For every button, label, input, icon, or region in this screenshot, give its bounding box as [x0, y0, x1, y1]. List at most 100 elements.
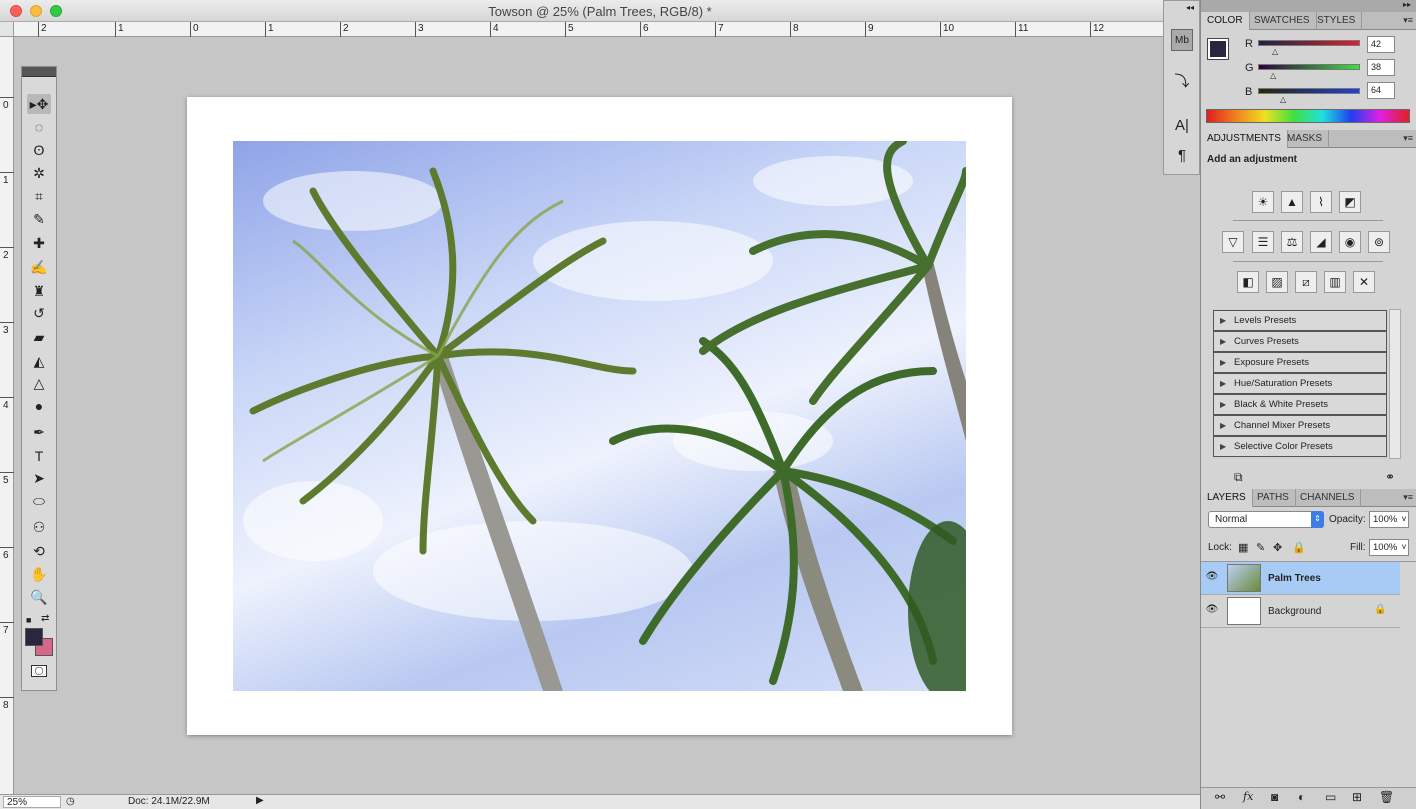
default-colors-icon[interactable]: ■ — [26, 615, 31, 625]
gradient-map-icon[interactable]: ▥ — [1324, 271, 1346, 293]
adjustments-panel-menu-icon[interactable]: ▾≡ — [1403, 133, 1413, 144]
expand-dock-icon[interactable]: ◂◂ — [1186, 3, 1194, 12]
curves-icon[interactable]: ⌇ — [1310, 191, 1332, 213]
paragraph-panel-button[interactable]: ¶ — [1171, 145, 1193, 167]
preset-row[interactable]: ▶ Curves Presets — [1213, 331, 1387, 352]
threshold-icon[interactable]: ⧄ — [1295, 271, 1317, 293]
blend-mode-select[interactable]: Normal ⇕ — [1208, 511, 1324, 528]
lock-all-icon[interactable]: 🔒 — [1292, 541, 1306, 554]
horizontal-ruler[interactable]: 2 1 0 1 2 3 4 5 6 7 8 9 10 11 12 — [14, 22, 1200, 37]
expand-triangle-icon[interactable]: ▶ — [1220, 437, 1226, 456]
posterize-icon[interactable]: ▨ — [1266, 271, 1288, 293]
tab-masks[interactable]: MASKS — [1281, 130, 1330, 148]
channel-r-input[interactable]: 42 — [1367, 36, 1395, 53]
mini-bridge-button[interactable]: Mb — [1171, 29, 1193, 51]
preset-row[interactable]: ▶ Selective Color Presets — [1213, 436, 1387, 457]
layer-row-palm-trees[interactable]: 👁 Palm Trees — [1201, 562, 1400, 595]
eraser-icon[interactable]: ▰ — [27, 327, 51, 347]
magic-wand-icon[interactable]: ✲ — [27, 163, 51, 183]
fill-dropdown-icon[interactable]: v — [1402, 542, 1406, 551]
eyedropper-icon[interactable]: ✎ — [27, 209, 51, 229]
preset-row[interactable]: ▶ Levels Presets — [1213, 310, 1387, 331]
hue-saturation-icon[interactable]: ☰ — [1252, 231, 1274, 253]
paint-bucket-icon[interactable]: ◭ — [27, 351, 51, 371]
brush-icon[interactable]: ✍ — [27, 257, 51, 277]
history-brush-icon[interactable]: ↺ — [27, 303, 51, 323]
tools-panel-header[interactable] — [22, 67, 56, 77]
layer-name[interactable]: Palm Trees — [1268, 573, 1321, 584]
opacity-dropdown-icon[interactable]: v — [1402, 514, 1406, 523]
channel-g-thumb[interactable]: △ — [1270, 71, 1276, 80]
opacity-input[interactable]: 100% v — [1369, 511, 1409, 528]
preset-row[interactable]: ▶ Channel Mixer Presets — [1213, 415, 1387, 436]
layer-style-fx-icon[interactable]: fx — [1243, 790, 1253, 803]
layer-row-background[interactable]: 👁 Background 🔒 — [1201, 595, 1400, 628]
adjustment-panel-icon[interactable]: ⧉ — [1234, 470, 1243, 485]
new-layer-icon[interactable]: ⊞ — [1352, 790, 1362, 804]
new-adjustment-layer-icon[interactable]: ◐ — [1298, 790, 1305, 804]
tab-adjustments[interactable]: ADJUSTMENTS — [1201, 130, 1288, 148]
channel-b-thumb[interactable]: △ — [1280, 95, 1286, 104]
blur-icon[interactable]: △ — [27, 373, 51, 393]
tab-styles[interactable]: STYLES — [1311, 12, 1363, 30]
photo-filter-icon[interactable]: ◉ — [1339, 231, 1361, 253]
clip-to-layer-icon[interactable]: ⚭ — [1385, 470, 1395, 484]
type-icon[interactable]: T — [27, 446, 51, 466]
collapse-panels-icon[interactable]: ▸▸ — [1403, 0, 1411, 9]
chevron-down-icon[interactable]: ⇕ — [1311, 511, 1324, 528]
tab-channels[interactable]: CHANNELS — [1294, 489, 1362, 507]
dodge-icon[interactable]: ● — [27, 396, 51, 416]
brightness-contrast-icon[interactable]: ☀ — [1252, 191, 1274, 213]
panel-column-header[interactable]: ▸▸ — [1201, 0, 1416, 12]
selective-color-icon[interactable]: ✕ — [1353, 271, 1375, 293]
tab-color[interactable]: COLOR — [1201, 12, 1250, 30]
layer-visibility-eye-icon[interactable]: 👁 — [1204, 571, 1220, 585]
expand-triangle-icon[interactable]: ▶ — [1220, 311, 1226, 330]
color-panel-foreground-swatch[interactable] — [1207, 38, 1229, 60]
preset-row[interactable]: ▶ Exposure Presets — [1213, 352, 1387, 373]
hand-icon[interactable]: ✋ — [27, 564, 51, 584]
color-balance-icon[interactable]: ⚖ — [1281, 231, 1303, 253]
black-white-icon[interactable]: ◢ — [1310, 231, 1332, 253]
zoom-icon[interactable]: 🔍 — [27, 587, 51, 607]
fill-input[interactable]: 100% v — [1369, 539, 1409, 556]
pen-icon[interactable]: ✒ — [27, 422, 51, 442]
channel-g-slider[interactable] — [1258, 64, 1360, 70]
lock-position-icon[interactable]: ✥ — [1273, 541, 1282, 554]
delete-layer-icon[interactable]: 🗑 — [1379, 790, 1394, 804]
color-spectrum-bar[interactable] — [1206, 109, 1410, 123]
3d-rotate-icon[interactable]: ⟲ — [27, 541, 51, 561]
layers-panel-menu-icon[interactable]: ▾≡ — [1403, 492, 1413, 503]
path-selection-icon[interactable]: ➤ — [27, 468, 51, 488]
vibrance-icon[interactable]: ▽ — [1222, 231, 1244, 253]
preset-row[interactable]: ▶ Hue/Saturation Presets — [1213, 373, 1387, 394]
channel-b-slider[interactable] — [1258, 88, 1360, 94]
foreground-color-swatch[interactable] — [25, 628, 43, 646]
layer-visibility-eye-icon[interactable]: 👁 — [1204, 604, 1220, 618]
lock-image-icon[interactable]: ✎ — [1256, 541, 1265, 554]
clone-stamp-icon[interactable]: ♜ — [27, 281, 51, 301]
quick-mask-icon[interactable]: ◯ — [31, 665, 47, 677]
color-panel-menu-icon[interactable]: ▾≡ — [1403, 15, 1413, 26]
link-layers-icon[interactable]: ⚯ — [1215, 790, 1225, 804]
add-mask-icon[interactable]: ◙ — [1271, 790, 1278, 804]
3d-object-icon[interactable]: ⚇ — [27, 517, 51, 537]
channel-b-input[interactable]: 64 — [1367, 82, 1395, 99]
healing-brush-icon[interactable]: ✚ — [27, 233, 51, 253]
history-panel-icon[interactable]: ⤵ — [1171, 71, 1193, 93]
lasso-icon[interactable]: ʘ — [27, 140, 51, 160]
levels-icon[interactable]: ▲ — [1281, 191, 1303, 213]
lock-transparent-icon[interactable]: ▦ — [1238, 541, 1248, 554]
channel-g-input[interactable]: 38 — [1367, 59, 1395, 76]
crop-icon[interactable]: ⌗ — [27, 186, 51, 206]
new-group-icon[interactable]: ▭ — [1325, 790, 1336, 804]
marquee-icon[interactable]: ◌ — [27, 117, 51, 137]
presets-scrollbar[interactable] — [1389, 309, 1401, 459]
status-menu-arrow-icon[interactable]: ▶ — [256, 795, 264, 806]
channel-r-thumb[interactable]: △ — [1272, 47, 1278, 56]
channel-mixer-icon[interactable]: ⊚ — [1368, 231, 1390, 253]
tab-paths[interactable]: PATHS — [1251, 489, 1296, 507]
invert-icon[interactable]: ◧ — [1237, 271, 1259, 293]
expand-triangle-icon[interactable]: ▶ — [1220, 416, 1226, 435]
layer-name[interactable]: Background — [1268, 606, 1321, 617]
